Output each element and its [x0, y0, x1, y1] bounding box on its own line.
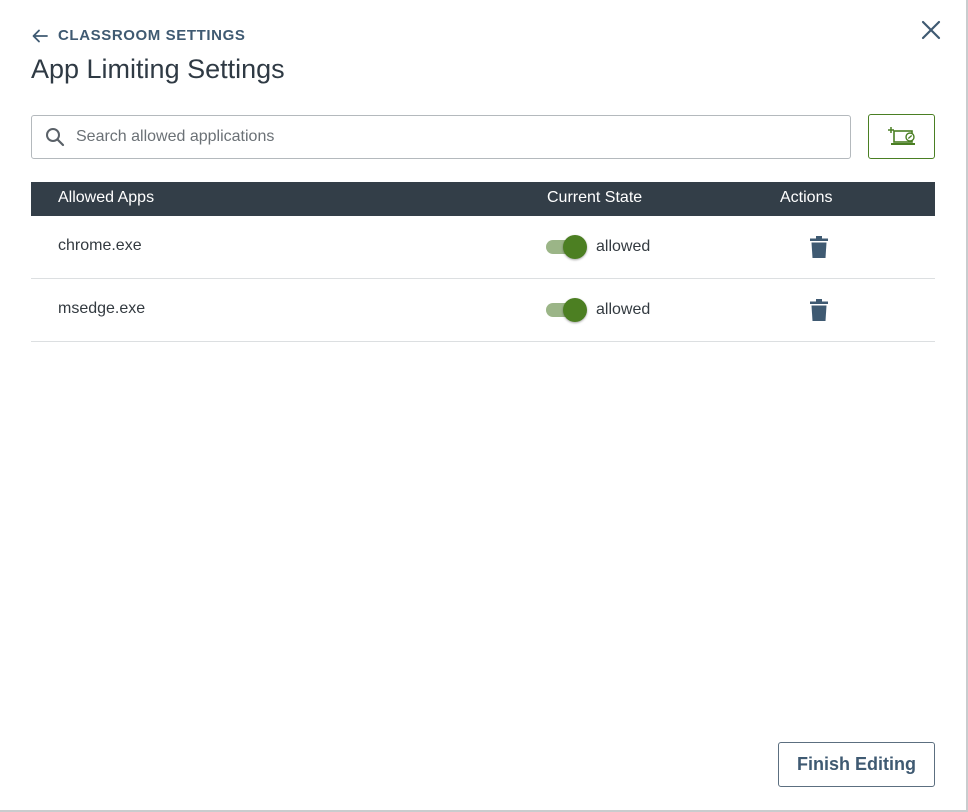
trash-icon: [810, 299, 828, 321]
toggle-thumb: [563, 235, 587, 259]
app-limiting-dialog: CLASSROOM SETTINGS App Limiting Settings…: [0, 0, 968, 812]
table-row: msedge.exe allowed: [31, 279, 935, 342]
app-name: chrome.exe: [58, 237, 142, 254]
search-input[interactable]: [76, 122, 816, 152]
arrow-left-icon: [32, 29, 48, 42]
search-icon: [46, 128, 65, 147]
table-header: Allowed Apps Current State Actions: [31, 182, 935, 216]
allowed-apps-table: Allowed Apps Current State Actions chrom…: [31, 182, 935, 342]
state-label: allowed: [596, 238, 651, 255]
state-label: allowed: [596, 301, 651, 318]
column-header-current-state: Current State: [547, 189, 643, 206]
trash-icon: [810, 236, 828, 258]
add-application-icon: [887, 126, 915, 145]
allow-toggle[interactable]: [546, 235, 588, 259]
delete-app-button[interactable]: [808, 235, 830, 259]
page-title: App Limiting Settings: [31, 54, 285, 84]
close-icon: [921, 20, 941, 40]
table-row: chrome.exe allowed: [31, 216, 935, 279]
app-name: msedge.exe: [58, 300, 146, 317]
column-header-allowed-apps: Allowed Apps: [58, 189, 155, 206]
column-header-actions: Actions: [780, 189, 833, 206]
finish-editing-button[interactable]: Finish Editing: [778, 742, 935, 787]
add-application-button[interactable]: [868, 114, 935, 159]
allow-toggle[interactable]: [546, 298, 588, 322]
back-link-label: CLASSROOM SETTINGS: [58, 27, 246, 44]
close-button[interactable]: [918, 17, 944, 43]
search-box[interactable]: [31, 115, 851, 159]
delete-app-button[interactable]: [808, 298, 830, 322]
toggle-thumb: [563, 298, 587, 322]
back-to-classroom-settings-link[interactable]: CLASSROOM SETTINGS: [32, 27, 245, 44]
